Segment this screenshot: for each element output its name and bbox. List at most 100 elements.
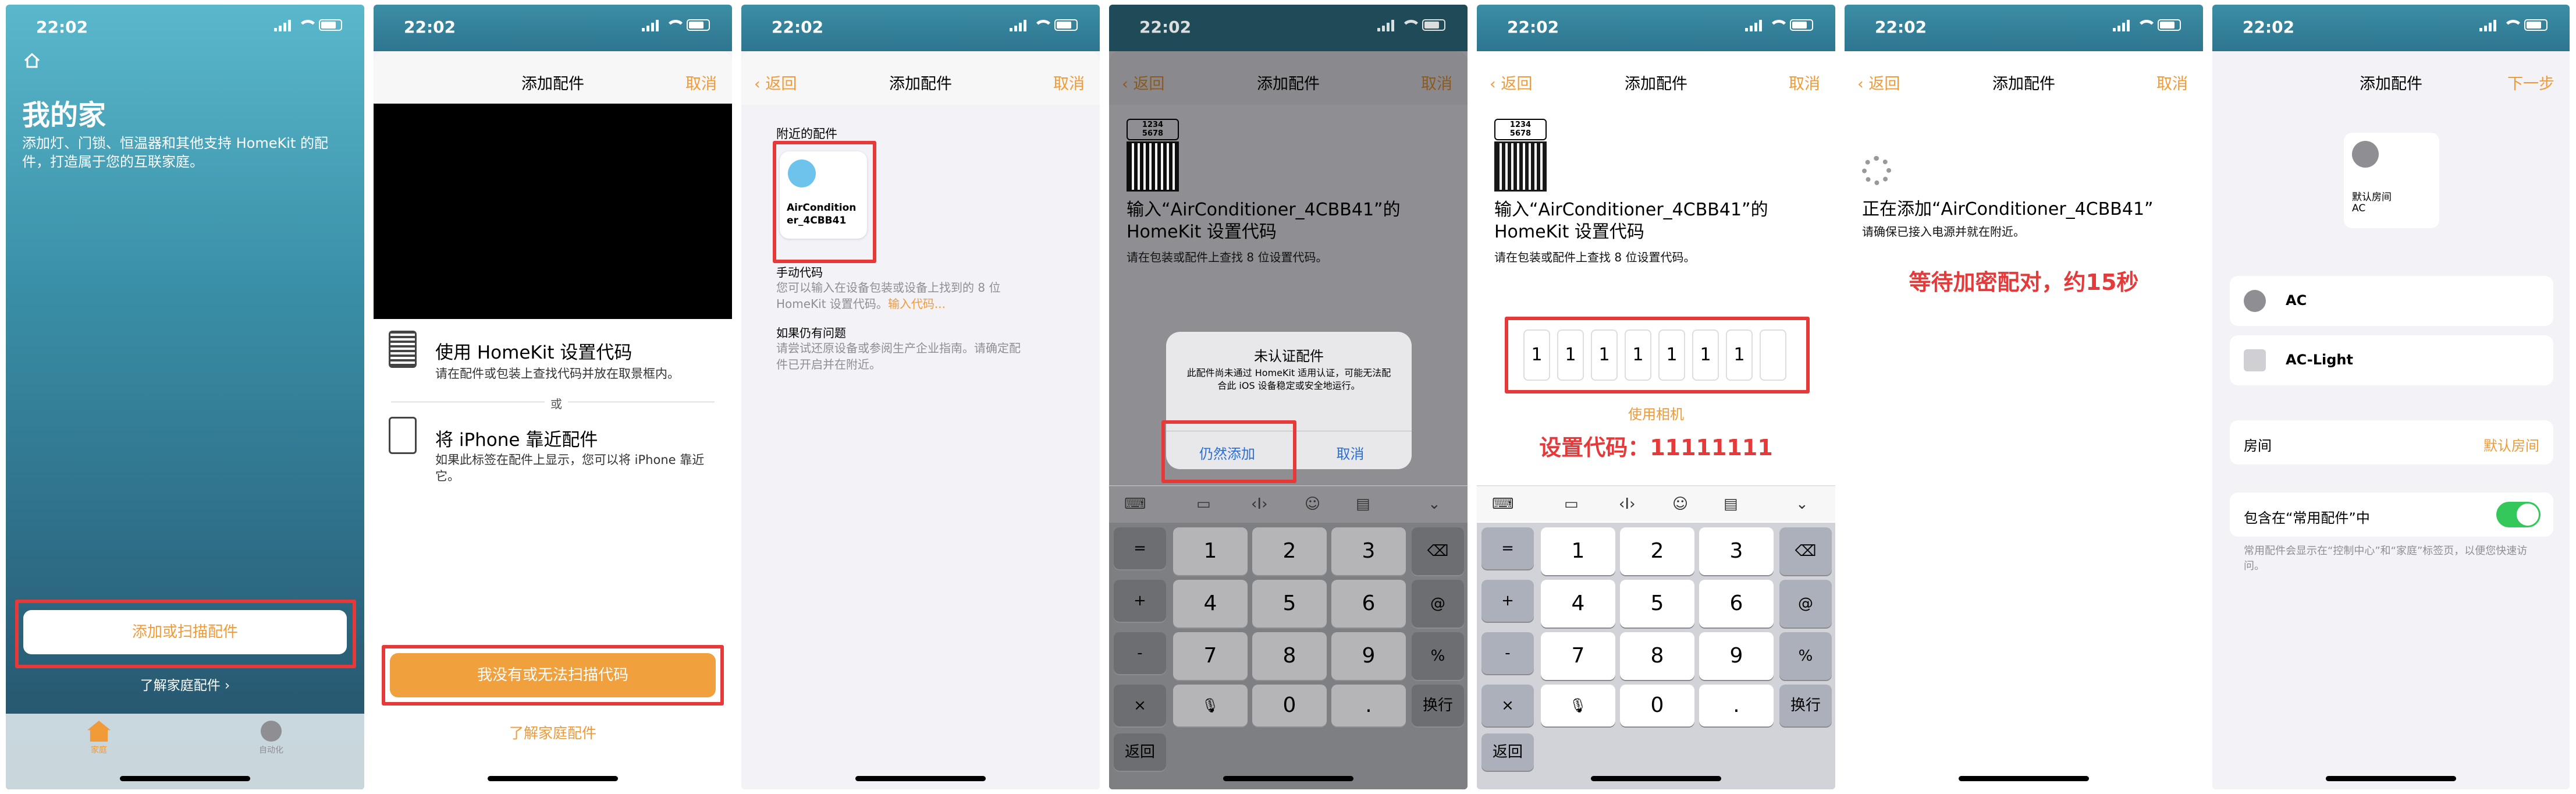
key-side[interactable]: - [1114,632,1166,674]
key-at[interactable]: @ [1412,580,1464,628]
key-at[interactable]: @ [1779,580,1832,628]
clipboard-icon[interactable]: ▤ [1356,495,1370,513]
cancel-button[interactable]: 取消 [685,71,717,94]
learn-link[interactable]: 了解家庭配件 › [6,674,364,694]
key-digit[interactable]: 9 [1331,632,1406,680]
cursor-icon[interactable]: ‹I› [1251,495,1267,513]
list-item[interactable]: AC-Light [2230,335,2553,385]
key-delete[interactable]: ⌫ [1779,527,1832,575]
status-icons [642,19,710,31]
status-bar: 22:02 [6,5,364,51]
key-newline[interactable]: 换行 [1412,685,1464,726]
ac-icon [2244,290,2266,312]
emoji-icon[interactable]: ☺ [1672,495,1688,513]
status-bar: 22:02 [374,5,732,51]
key-percent[interactable]: % [1779,632,1832,680]
list-item[interactable]: AC [2230,276,2553,326]
key-digit[interactable]: 6 [1699,580,1774,628]
toolbar-icon-1[interactable]: ⌨ [1124,495,1146,513]
room-row[interactable]: 房间 默认房间 [2230,420,2553,465]
tile-name: AC [2352,203,2366,214]
key-return[interactable]: 返回 [1481,733,1534,771]
nfc-icon [389,417,417,454]
key-digit[interactable]: 3 [1699,527,1774,575]
key-digit[interactable]: 9 [1699,632,1774,680]
toolbar-icon-2[interactable]: ▭ [1564,495,1579,513]
highlight-box [1161,420,1296,483]
key-dot[interactable]: . [1331,685,1406,726]
key-percent[interactable]: % [1412,632,1464,680]
key-digit[interactable]: 1 [1173,527,1248,575]
tab-home[interactable]: 家庭 [70,721,128,756]
accessory-tile[interactable]: 默认房间 AC [2344,133,2439,228]
qr-code-icon: 1234 5678 [1127,119,1179,192]
tab-automation[interactable]: 自动化 [242,721,300,756]
cancel-button[interactable]: 取消 [1421,71,1452,94]
key-digit[interactable]: 2 [1252,527,1327,575]
use-camera-link[interactable]: 使用相机 [1477,403,1835,423]
option-nfc-title[interactable]: 将 iPhone 靠近配件 [435,425,598,451]
trouble-desc: 请尝试还原设备或参阅生产企业指南。请确定配件已开启并在附近。 [776,341,1021,371]
alert-cancel-button[interactable]: 取消 [1289,442,1412,463]
signal-icon [1745,19,1762,31]
key-digit[interactable]: 1 [1541,527,1615,575]
key-digit[interactable]: 8 [1620,632,1694,680]
hide-keyboard-icon[interactable]: ⌄ [1796,495,1808,513]
favorite-toggle[interactable] [2496,502,2541,527]
key-newline[interactable]: 换行 [1779,685,1832,726]
key-digit[interactable]: 4 [1173,580,1248,628]
key-return[interactable]: 返回 [1114,733,1166,771]
code-heading: 输入“AirConditioner_4CBB41”的 HomeKit 设置代码 [1494,200,1768,242]
next-button[interactable]: 下一步 [2507,71,2554,94]
status-time: 22:02 [2243,17,2295,37]
learn-link[interactable]: 了解家庭配件 [374,722,732,743]
key-side[interactable]: × [1481,685,1534,726]
status-time: 22:02 [1507,17,1559,37]
qr-number: 1234 5678 [1494,119,1547,140]
key-side[interactable]: - [1481,632,1534,674]
key-side[interactable]: = [1114,527,1166,569]
screen-accessory-setup: 22:02 添加配件 下一步 默认房间 AC AC AC-Light 房间 默认… [2212,5,2570,789]
key-microphone[interactable]: 🎙 [1541,685,1615,726]
wifi-icon [297,19,318,31]
key-side[interactable]: + [1114,580,1166,622]
key-digit[interactable]: 3 [1331,527,1406,575]
key-digit[interactable]: 4 [1541,580,1615,628]
option-code-title[interactable]: 使用 HomeKit 设置代码 [435,338,632,364]
key-side[interactable]: × [1114,685,1166,726]
cursor-icon[interactable]: ‹I› [1619,495,1635,513]
key-digit[interactable]: 6 [1331,580,1406,628]
clipboard-icon[interactable]: ▤ [1724,495,1738,513]
key-digit[interactable]: 0 [1252,685,1327,726]
key-digit[interactable]: 7 [1541,632,1615,680]
key-digit[interactable]: 7 [1173,632,1248,680]
nav-title: 添加配件 [1992,75,2055,93]
key-side[interactable]: = [1481,527,1534,569]
toolbar-icon-1[interactable]: ⌨ [1492,495,1514,513]
key-digit[interactable]: 2 [1620,527,1694,575]
key-delete[interactable]: ⌫ [1412,527,1464,575]
adding-sub: 请确保已接入电源并就在附近。 [1862,225,2025,239]
emoji-icon[interactable]: ☺ [1305,495,1320,513]
key-dot[interactable]: . [1699,685,1774,726]
key-side[interactable]: + [1481,580,1534,622]
home-icon[interactable] [23,52,41,69]
hide-keyboard-icon[interactable]: ⌄ [1428,495,1441,513]
list-item-label: AC-Light [2286,352,2353,368]
nav-title: 添加配件 [889,75,952,93]
key-digit[interactable]: 0 [1620,685,1694,726]
cancel-button[interactable]: 取消 [2156,71,2188,94]
toolbar-icon-2[interactable]: ▭ [1196,495,1211,513]
key-microphone[interactable]: 🎙 [1173,685,1248,726]
spinner-icon [1862,156,1891,185]
home-indicator [855,776,986,781]
key-digit[interactable]: 8 [1252,632,1327,680]
cancel-button[interactable]: 取消 [1789,71,1820,94]
cancel-button[interactable]: 取消 [1053,71,1085,94]
alert-body: 此配件尚未通过 HomeKit 适用认证，可能无法配合此 iOS 设备稳定或安全… [1186,367,1391,391]
status-time: 22:02 [772,17,824,37]
key-digit[interactable]: 5 [1620,580,1694,628]
manual-code-title: 手动代码 [776,265,823,279]
key-digit[interactable]: 5 [1252,580,1327,628]
enter-code-link[interactable]: 输入代码... [888,297,946,311]
